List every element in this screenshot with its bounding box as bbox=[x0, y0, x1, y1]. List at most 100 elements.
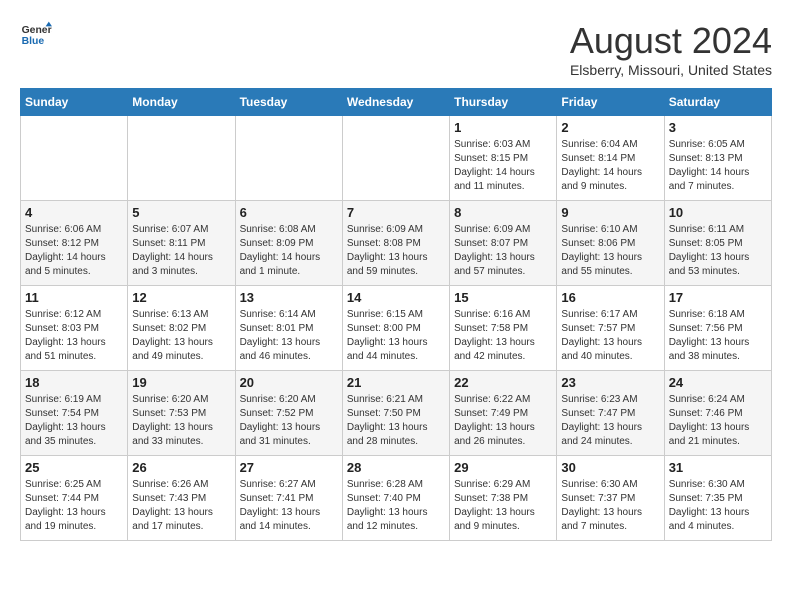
day-info: Sunrise: 6:24 AMSunset: 7:46 PMDaylight:… bbox=[669, 393, 767, 449]
logo-icon: General Blue bbox=[20, 20, 52, 48]
calendar-cell: 27 Sunrise: 6:27 AMSunset: 7:41 PMDayligh… bbox=[235, 456, 342, 541]
day-info: Sunrise: 6:11 AMSunset: 8:05 PMDaylight:… bbox=[669, 223, 767, 279]
day-number: 4 bbox=[25, 205, 123, 220]
calendar-cell: 7Sunrise: 6:09 AMSunset: 8:08 PMDaylight… bbox=[342, 201, 449, 286]
calendar-cell: 21Sunrise: 6:21 AMSunset: 7:50 PMDayligh… bbox=[342, 371, 449, 456]
day-info: Sunrise: 6:20 AMSunset: 7:53 PMDaylight:… bbox=[132, 393, 230, 449]
day-info: Sunrise: 6:17 AMSunset: 7:57 PMDaylight:… bbox=[561, 308, 659, 364]
day-info: Sunrise: 6:07 AMSunset: 8:11 PMDaylight:… bbox=[132, 223, 230, 279]
svg-text:Blue: Blue bbox=[22, 36, 45, 47]
day-number: 18 bbox=[25, 375, 123, 390]
day-info: Sunrise: 6:21 AMSunset: 7:50 PMDaylight:… bbox=[347, 393, 445, 449]
calendar-cell: 19 Sunrise: 6:20 AMSunset: 7:53 PMDayligh… bbox=[128, 371, 235, 456]
title-section: August 2024 Elsberry, Missouri, United S… bbox=[570, 20, 772, 78]
week-row: 1 Sunrise: 6:03 AMSunset: 8:15 PMDaylight… bbox=[21, 116, 772, 201]
day-info: Sunrise: 6:12 AMSunset: 8:03 PMDaylight:… bbox=[25, 308, 123, 364]
day-info: Sunrise: 6:22 AMSunset: 7:49 PMDaylight:… bbox=[454, 393, 552, 449]
day-number: 5 bbox=[132, 205, 230, 220]
day-info: Sunrise: 6:10 AMSunset: 8:06 PMDaylight:… bbox=[561, 223, 659, 279]
day-of-week-header: Saturday bbox=[664, 89, 771, 116]
location-text: Elsberry, Missouri, United States bbox=[570, 62, 772, 78]
day-info: Sunrise: 6:09 AMSunset: 8:07 PMDaylight:… bbox=[454, 223, 552, 279]
calendar-cell: 9 Sunrise: 6:10 AMSunset: 8:06 PMDaylight… bbox=[557, 201, 664, 286]
day-info: Sunrise: 6:20 AMSunset: 7:52 PMDaylight:… bbox=[240, 393, 338, 449]
calendar-cell: 20Sunrise: 6:20 AMSunset: 7:52 PMDayligh… bbox=[235, 371, 342, 456]
week-row: 4 Sunrise: 6:06 AMSunset: 8:12 PMDaylight… bbox=[21, 201, 772, 286]
calendar-cell: 30Sunrise: 6:30 AMSunset: 7:37 PMDayligh… bbox=[557, 456, 664, 541]
calendar-cell: 29 Sunrise: 6:29 AMSunset: 7:38 PMDayligh… bbox=[450, 456, 557, 541]
calendar-cell: 15 Sunrise: 6:16 AMSunset: 7:58 PMDayligh… bbox=[450, 286, 557, 371]
calendar-cell: 1 Sunrise: 6:03 AMSunset: 8:15 PMDaylight… bbox=[450, 116, 557, 201]
day-info: Sunrise: 6:29 AMSunset: 7:38 PMDaylight:… bbox=[454, 478, 552, 534]
calendar-cell: 3Sunrise: 6:05 AMSunset: 8:13 PMDaylight… bbox=[664, 116, 771, 201]
calendar-cell: 18 Sunrise: 6:19 AMSunset: 7:54 PMDayligh… bbox=[21, 371, 128, 456]
day-number: 9 bbox=[561, 205, 659, 220]
day-info: Sunrise: 6:27 AMSunset: 7:41 PMDaylight:… bbox=[240, 478, 338, 534]
day-number: 29 bbox=[454, 460, 552, 475]
calendar-cell: 11Sunrise: 6:12 AMSunset: 8:03 PMDayligh… bbox=[21, 286, 128, 371]
day-number: 8 bbox=[454, 205, 552, 220]
calendar-cell: 5 Sunrise: 6:07 AMSunset: 8:11 PMDaylight… bbox=[128, 201, 235, 286]
day-number: 23 bbox=[561, 375, 659, 390]
day-of-week-header: Sunday bbox=[21, 89, 128, 116]
day-number: 27 bbox=[240, 460, 338, 475]
day-info: Sunrise: 6:14 AMSunset: 8:01 PMDaylight:… bbox=[240, 308, 338, 364]
calendar-table: SundayMondayTuesdayWednesdayThursdayFrid… bbox=[20, 88, 772, 541]
day-number: 16 bbox=[561, 290, 659, 305]
day-of-week-header: Tuesday bbox=[235, 89, 342, 116]
day-info: Sunrise: 6:25 AMSunset: 7:44 PMDaylight:… bbox=[25, 478, 123, 534]
day-of-week-header: Wednesday bbox=[342, 89, 449, 116]
day-info: Sunrise: 6:06 AMSunset: 8:12 PMDaylight:… bbox=[25, 223, 123, 279]
day-number: 28 bbox=[347, 460, 445, 475]
day-number: 22 bbox=[454, 375, 552, 390]
day-number: 17 bbox=[669, 290, 767, 305]
day-info: Sunrise: 6:28 AMSunset: 7:40 PMDaylight:… bbox=[347, 478, 445, 534]
day-info: Sunrise: 6:09 AMSunset: 8:08 PMDaylight:… bbox=[347, 223, 445, 279]
day-of-week-header: Thursday bbox=[450, 89, 557, 116]
day-of-week-header: Monday bbox=[128, 89, 235, 116]
calendar-cell: 23Sunrise: 6:23 AMSunset: 7:47 PMDayligh… bbox=[557, 371, 664, 456]
day-number: 24 bbox=[669, 375, 767, 390]
day-number: 31 bbox=[669, 460, 767, 475]
month-title: August 2024 bbox=[570, 20, 772, 62]
calendar-cell: 16 Sunrise: 6:17 AMSunset: 7:57 PMDayligh… bbox=[557, 286, 664, 371]
day-number: 15 bbox=[454, 290, 552, 305]
header-row: SundayMondayTuesdayWednesdayThursdayFrid… bbox=[21, 89, 772, 116]
calendar-cell: 28 Sunrise: 6:28 AMSunset: 7:40 PMDayligh… bbox=[342, 456, 449, 541]
day-number: 12 bbox=[132, 290, 230, 305]
calendar-cell: 2 Sunrise: 6:04 AMSunset: 8:14 PMDaylight… bbox=[557, 116, 664, 201]
day-info: Sunrise: 6:15 AMSunset: 8:00 PMDaylight:… bbox=[347, 308, 445, 364]
day-info: Sunrise: 6:03 AMSunset: 8:15 PMDaylight:… bbox=[454, 138, 552, 194]
calendar-cell: 6Sunrise: 6:08 AMSunset: 8:09 PMDaylight… bbox=[235, 201, 342, 286]
day-number: 25 bbox=[25, 460, 123, 475]
day-info: Sunrise: 6:16 AMSunset: 7:58 PMDaylight:… bbox=[454, 308, 552, 364]
calendar-cell: 22 Sunrise: 6:22 AMSunset: 7:49 PMDayligh… bbox=[450, 371, 557, 456]
day-info: Sunrise: 6:19 AMSunset: 7:54 PMDaylight:… bbox=[25, 393, 123, 449]
day-number: 26 bbox=[132, 460, 230, 475]
day-number: 19 bbox=[132, 375, 230, 390]
day-info: Sunrise: 6:30 AMSunset: 7:35 PMDaylight:… bbox=[669, 478, 767, 534]
day-number: 2 bbox=[561, 120, 659, 135]
day-number: 1 bbox=[454, 120, 552, 135]
calendar-cell: 25 Sunrise: 6:25 AMSunset: 7:44 PMDayligh… bbox=[21, 456, 128, 541]
calendar-cell: 14 Sunrise: 6:15 AMSunset: 8:00 PMDayligh… bbox=[342, 286, 449, 371]
day-number: 14 bbox=[347, 290, 445, 305]
week-row: 18 Sunrise: 6:19 AMSunset: 7:54 PMDayligh… bbox=[21, 371, 772, 456]
day-info: Sunrise: 6:18 AMSunset: 7:56 PMDaylight:… bbox=[669, 308, 767, 364]
calendar-cell: 12 Sunrise: 6:13 AMSunset: 8:02 PMDayligh… bbox=[128, 286, 235, 371]
calendar-cell: 10Sunrise: 6:11 AMSunset: 8:05 PMDayligh… bbox=[664, 201, 771, 286]
day-of-week-header: Friday bbox=[557, 89, 664, 116]
calendar-cell: 4 Sunrise: 6:06 AMSunset: 8:12 PMDaylight… bbox=[21, 201, 128, 286]
calendar-cell: 31 Sunrise: 6:30 AMSunset: 7:35 PMDayligh… bbox=[664, 456, 771, 541]
calendar-cell bbox=[342, 116, 449, 201]
day-info: Sunrise: 6:26 AMSunset: 7:43 PMDaylight:… bbox=[132, 478, 230, 534]
calendar-cell bbox=[21, 116, 128, 201]
logo: General Blue bbox=[20, 20, 52, 48]
day-info: Sunrise: 6:04 AMSunset: 8:14 PMDaylight:… bbox=[561, 138, 659, 194]
calendar-cell: 24 Sunrise: 6:24 AMSunset: 7:46 PMDayligh… bbox=[664, 371, 771, 456]
page-header: General Blue August 2024 Elsberry, Misso… bbox=[20, 20, 772, 78]
day-number: 6 bbox=[240, 205, 338, 220]
calendar-cell: 17 Sunrise: 6:18 AMSunset: 7:56 PMDayligh… bbox=[664, 286, 771, 371]
day-info: Sunrise: 6:13 AMSunset: 8:02 PMDaylight:… bbox=[132, 308, 230, 364]
day-info: Sunrise: 6:05 AMSunset: 8:13 PMDaylight:… bbox=[669, 138, 767, 194]
